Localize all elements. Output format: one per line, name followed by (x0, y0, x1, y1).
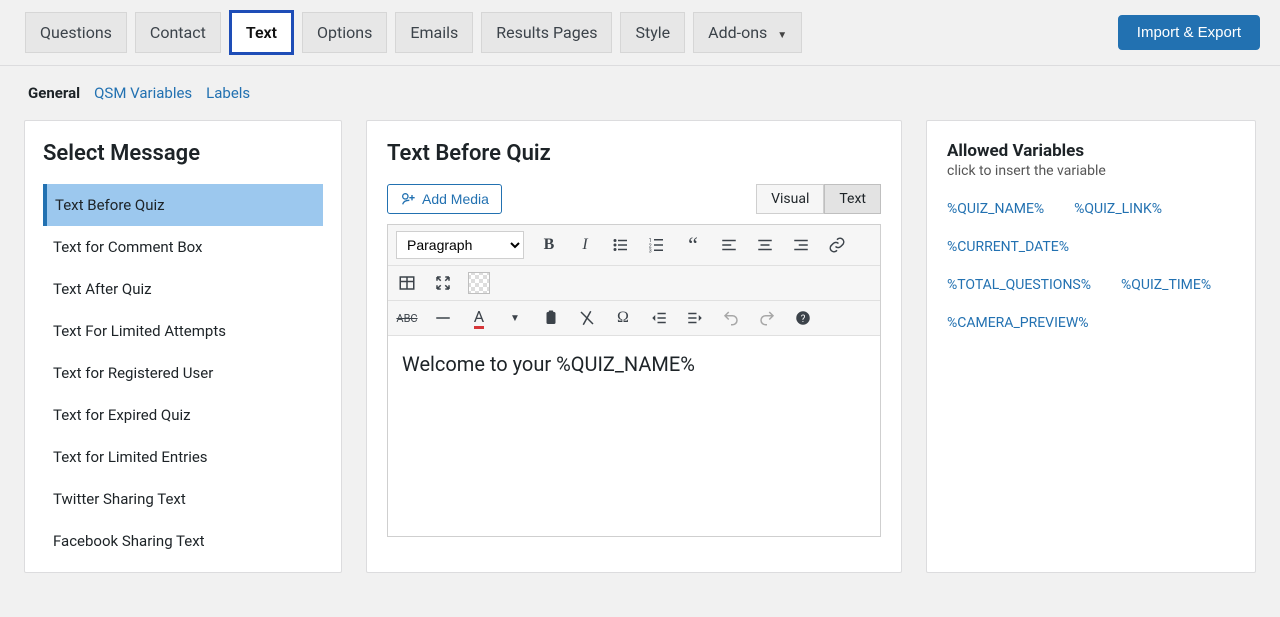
mode-visual-button[interactable]: Visual (756, 184, 824, 214)
tab-emails[interactable]: Emails (395, 12, 473, 53)
align-right-icon[interactable] (790, 234, 812, 256)
tab-results-pages[interactable]: Results Pages (481, 12, 612, 53)
select-message-panel: Select Message Text Before Quiz Text for… (24, 120, 342, 573)
tab-options[interactable]: Options (302, 12, 387, 53)
add-media-button[interactable]: Add Media (387, 184, 502, 214)
tab-addons-label: Add-ons (708, 23, 767, 42)
rich-text-editor: Paragraph B I 123 “ ABC A (387, 224, 881, 537)
tab-questions[interactable]: Questions (25, 12, 127, 53)
clear-formatting-icon[interactable] (576, 307, 598, 329)
editor-heading: Text Before Quiz (387, 141, 881, 166)
align-center-icon[interactable] (754, 234, 776, 256)
allowed-variables-panel: Allowed Variables click to insert the va… (926, 120, 1256, 573)
list-item[interactable]: Text For Limited Attempts (43, 310, 323, 352)
variable-quiz-time[interactable]: %QUIZ_TIME% (1121, 277, 1211, 293)
list-item[interactable]: Text Before Quiz (43, 184, 323, 226)
undo-icon[interactable] (720, 307, 742, 329)
horizontal-rule-icon[interactable] (432, 307, 454, 329)
redo-icon[interactable] (756, 307, 778, 329)
numbered-list-icon[interactable]: 123 (646, 234, 668, 256)
variable-quiz-link[interactable]: %QUIZ_LINK% (1074, 201, 1162, 217)
chevron-down-icon: ▼ (777, 30, 787, 41)
editor-panel: Text Before Quiz Add Media Visual Text P… (366, 120, 902, 573)
chevron-down-icon[interactable]: ▼ (504, 307, 526, 329)
allowed-variables-heading: Allowed Variables (947, 141, 1235, 161)
insert-table-icon[interactable] (396, 272, 418, 294)
svg-text:?: ? (801, 314, 806, 325)
list-item[interactable]: Text for Registered User (43, 352, 323, 394)
toolbar-row-2 (388, 266, 880, 301)
tab-contact[interactable]: Contact (135, 12, 221, 53)
variable-total-questions[interactable]: %TOTAL_QUESTIONS% (947, 277, 1091, 293)
allowed-variables-hint: click to insert the variable (947, 163, 1235, 179)
primary-tab-bar: Questions Contact Text Options Emails Re… (0, 0, 1280, 66)
list-item[interactable]: Text for Limited Entries (43, 436, 323, 478)
mode-text-button[interactable]: Text (824, 184, 881, 214)
strikethrough-icon[interactable]: ABC (396, 307, 418, 329)
tab-addons[interactable]: Add-ons ▼ (693, 12, 802, 53)
list-item[interactable]: Text for Comment Box (43, 226, 323, 268)
toolbar-row-1: Paragraph B I 123 “ (388, 225, 880, 266)
workspace: Select Message Text Before Quiz Text for… (0, 120, 1280, 573)
align-left-icon[interactable] (718, 234, 740, 256)
help-icon[interactable]: ? (792, 307, 814, 329)
svg-text:3: 3 (649, 249, 652, 255)
format-dropdown[interactable]: Paragraph (396, 231, 524, 259)
text-color-icon[interactable]: A (468, 307, 490, 329)
subtab-qsm-variables[interactable]: QSM Variables (94, 84, 192, 102)
list-item[interactable]: Text After Quiz (43, 268, 323, 310)
variable-camera-preview[interactable]: %CAMERA_PREVIEW% (947, 315, 1089, 331)
bold-icon[interactable]: B (538, 234, 560, 256)
message-list: Text Before Quiz Text for Comment Box Te… (43, 184, 323, 562)
media-icon (400, 191, 416, 207)
primary-tabs: Questions Contact Text Options Emails Re… (25, 10, 802, 55)
fullscreen-icon[interactable] (432, 272, 454, 294)
subtab-general[interactable]: General (28, 84, 80, 102)
variable-list: %QUIZ_NAME% %QUIZ_LINK% %CURRENT_DATE% %… (947, 201, 1235, 331)
background-color-swatch[interactable] (468, 272, 490, 294)
editor-top-bar: Add Media Visual Text (387, 184, 881, 214)
list-item[interactable]: Twitter Sharing Text (43, 478, 323, 520)
editor-mode-toggle: Visual Text (756, 184, 881, 214)
variable-current-date[interactable]: %CURRENT_DATE% (947, 239, 1069, 255)
subtab-labels[interactable]: Labels (206, 84, 250, 102)
list-item[interactable]: Text for Expired Quiz (43, 394, 323, 436)
toolbar-row-3: ABC A ▼ Ω ? (388, 301, 880, 336)
tab-style[interactable]: Style (620, 12, 685, 53)
list-item[interactable]: Facebook Sharing Text (43, 520, 323, 562)
blockquote-icon[interactable]: “ (682, 234, 704, 256)
indent-icon[interactable] (684, 307, 706, 329)
add-media-label: Add Media (422, 191, 489, 207)
bullet-list-icon[interactable] (610, 234, 632, 256)
special-character-icon[interactable]: Ω (612, 307, 634, 329)
editor-content[interactable]: Welcome to your %QUIZ_NAME% (388, 336, 880, 536)
select-message-heading: Select Message (43, 141, 323, 166)
variable-quiz-name[interactable]: %QUIZ_NAME% (947, 201, 1044, 217)
outdent-icon[interactable] (648, 307, 670, 329)
tab-text[interactable]: Text (229, 10, 294, 55)
secondary-tab-bar: General QSM Variables Labels (0, 66, 1280, 120)
import-export-button[interactable]: Import & Export (1118, 15, 1260, 50)
italic-icon[interactable]: I (574, 234, 596, 256)
link-icon[interactable] (826, 234, 848, 256)
paste-icon[interactable] (540, 307, 562, 329)
